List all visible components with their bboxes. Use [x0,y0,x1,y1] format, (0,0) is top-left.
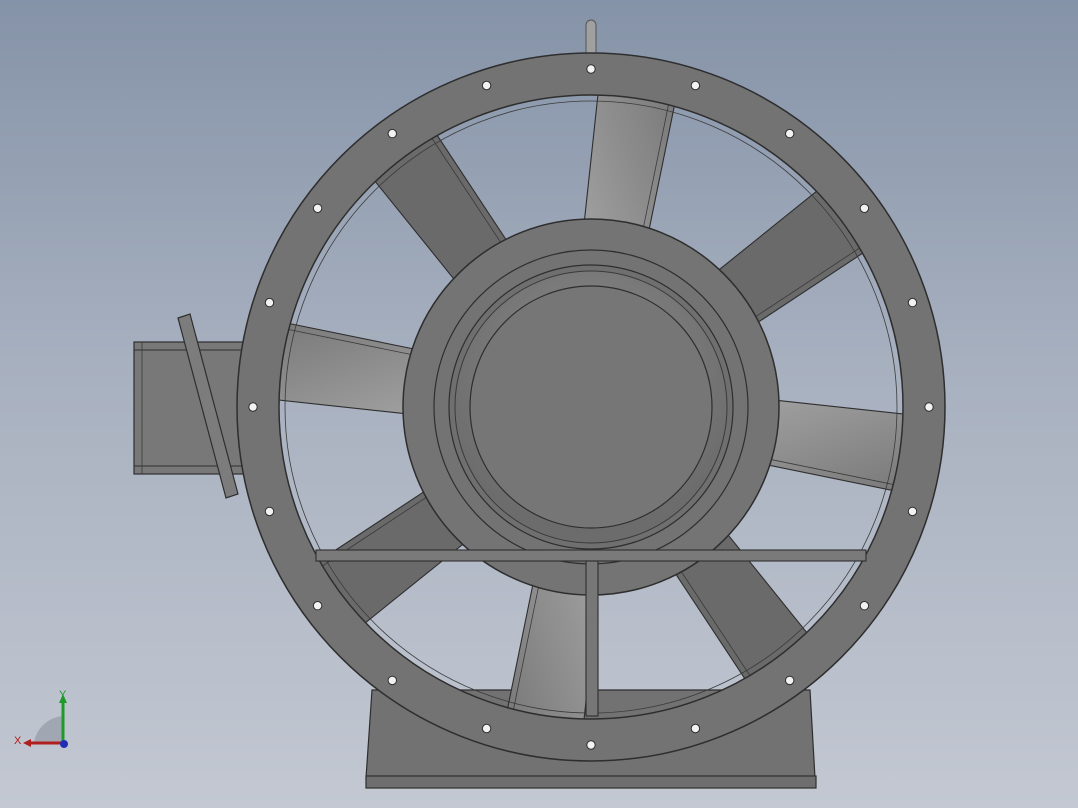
bolt-hole [264,297,275,308]
bolt-hole [264,506,275,517]
fan-model[interactable] [0,0,1078,808]
bolt-hole [312,601,323,611]
bolt-hole [690,80,701,91]
bolt-hole [387,128,397,139]
bolt-hole [859,601,870,611]
bolt-hole [924,402,934,412]
coordinate-triad: Y X [14,689,68,748]
graphics-viewport[interactable]: Y X [0,0,1078,808]
bolt-hole [907,297,918,308]
x-axis-label: X [14,735,22,747]
bolt-hole [907,506,918,517]
x-axis-arrowhead [23,739,31,747]
bolt-hole [785,675,795,686]
bolt-hole [859,203,870,214]
bolt-hole [387,675,397,686]
bolt-hole [586,740,596,750]
bolt-hole [481,80,492,91]
triad-plane-icon [34,716,62,742]
bolt-hole [312,203,323,214]
bolt-hole [586,64,596,74]
z-axis-dot [60,740,68,748]
bolt-hole [690,723,701,734]
bolt-hole [248,402,258,412]
bolt-hole [785,128,795,139]
motor-hub [402,218,780,596]
bolt-hole [481,723,492,734]
y-axis-label: Y [59,689,67,701]
